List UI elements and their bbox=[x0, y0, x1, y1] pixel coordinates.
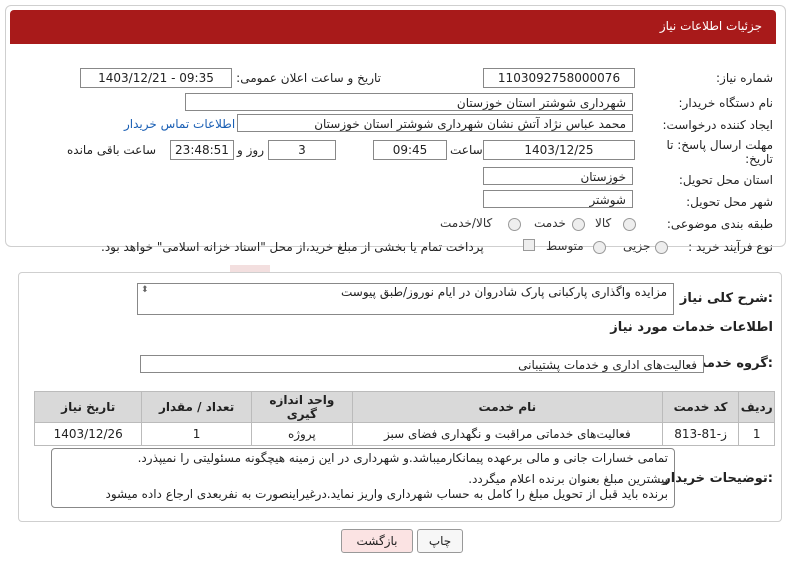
cell-qty: 1 bbox=[141, 422, 252, 446]
city-field: شوشتر bbox=[483, 190, 633, 208]
col-date: تاریخ نیاز bbox=[33, 391, 143, 423]
radio-service[interactable] bbox=[572, 218, 585, 231]
summary-label: شرح کلی نیاز: bbox=[679, 291, 773, 306]
remaining-time-field: 23:48:51 bbox=[170, 140, 234, 160]
province-field: خوزستان bbox=[483, 167, 633, 185]
cell-code: ز-81-813 bbox=[661, 422, 740, 446]
announce-datetime-field: 1403/12/21 - 09:35 bbox=[80, 68, 232, 88]
deadline-time-label: ساعت bbox=[450, 143, 483, 157]
radio-minor[interactable] bbox=[655, 241, 668, 254]
province-label: استان محل تحویل: bbox=[678, 173, 773, 187]
panel-header: جزئیات اطلاعات نیاز bbox=[10, 10, 776, 44]
remaining-time-label: ساعت باقی مانده bbox=[67, 143, 157, 157]
summary-textarea[interactable]: مزایده واگذاری پارکبانی پارک شادروان در … bbox=[137, 283, 674, 315]
announce-label: تاریخ و ساعت اعلان عمومی: bbox=[236, 71, 381, 85]
service-group-label: گروه خدمت: bbox=[693, 356, 773, 371]
buyer-org-label: نام دستگاه خریدار: bbox=[678, 96, 774, 110]
city-label: شهر محل تحویل: bbox=[686, 195, 773, 209]
notes-line-2: بیشترین مبلغ بعنوان برنده اعلام میگردد. bbox=[468, 472, 668, 486]
cell-unit: پروژه bbox=[250, 422, 353, 446]
buyer-contact-link[interactable]: اطلاعات تماس خریدار bbox=[124, 117, 235, 131]
scroll-arrows-icon[interactable]: ⬍ bbox=[141, 285, 149, 295]
radio-goods[interactable] bbox=[623, 218, 636, 231]
option-service: خدمت bbox=[534, 216, 566, 230]
col-row: ردیف bbox=[738, 391, 775, 423]
deadline-date-label: تاریخ: bbox=[745, 152, 773, 166]
cell-date: 1403/12/26 bbox=[33, 422, 143, 446]
service-group-field: فعالیت‌های اداری و خدمات پشتیبانی bbox=[140, 355, 704, 373]
col-unit: واحد اندازه گیری bbox=[250, 391, 353, 423]
radio-medium[interactable] bbox=[593, 241, 606, 254]
option-goods: کالا bbox=[595, 216, 612, 230]
category-label: طبقه بندی موضوعی: bbox=[666, 217, 773, 231]
services-table: ردیف کد خدمت نام خدمت واحد اندازه گیری ت… bbox=[33, 391, 775, 446]
cell-row: 1 bbox=[738, 422, 775, 446]
days-label: روز و bbox=[237, 143, 264, 157]
need-number-field: 1103092758000076 bbox=[483, 68, 635, 88]
treasury-note: پرداخت تمام یا بخشی از مبلغ خرید،از محل … bbox=[101, 240, 484, 254]
col-qty: تعداد / مقدار bbox=[141, 391, 252, 423]
back-button[interactable]: بازگشت bbox=[341, 529, 413, 553]
deadline-date-field: 1403/12/25 bbox=[483, 140, 635, 160]
creator-field: محمد عباس نژاد آتش نشان شهرداری شوشتر اس… bbox=[237, 114, 633, 132]
notes-line-1: تمامی خسارات جانی و مالی برعهده پیمانکار… bbox=[137, 451, 668, 465]
option-minor: جزیی bbox=[623, 239, 651, 253]
buyer-org-field: شهرداری شوشتر استان خوزستان bbox=[185, 93, 633, 111]
buyer-notes-box: تمامی خسارات جانی و مالی برعهده پیمانکار… bbox=[51, 448, 675, 508]
days-remaining-field: 3 bbox=[268, 140, 336, 160]
deadline-label: مهلت ارسال پاسخ: تا bbox=[666, 138, 773, 152]
option-goods-service: کالا/خدمت bbox=[440, 216, 493, 230]
services-section-title: اطلاعات خدمات مورد نیاز bbox=[610, 320, 773, 335]
buyer-notes-label: توضیحات خریدار: bbox=[663, 471, 773, 486]
page-title: جزئیات اطلاعات نیاز bbox=[659, 19, 762, 33]
treasury-checkbox[interactable] bbox=[523, 239, 535, 251]
table-row: 1 ز-81-813 فعالیت‌های خدماتی مراقبت و نگ… bbox=[33, 422, 775, 446]
deadline-time-field: 09:45 bbox=[373, 140, 447, 160]
col-name: نام خدمت bbox=[351, 391, 663, 423]
print-button[interactable]: چاپ bbox=[417, 529, 463, 553]
notes-line-3: برنده باید قبل از تحویل مبلغ را کامل به … bbox=[105, 487, 668, 501]
option-medium: متوسط bbox=[546, 239, 584, 253]
creator-label: ایجاد کننده درخواست: bbox=[662, 118, 773, 132]
radio-goods-service[interactable] bbox=[508, 218, 521, 231]
cell-name: فعالیت‌های خدماتی مراقبت و نگهداری فضای … bbox=[351, 422, 663, 446]
purchase-type-label: نوع فرآیند خرید : bbox=[688, 240, 773, 254]
col-code: کد خدمت bbox=[661, 391, 740, 423]
summary-text: مزایده واگذاری پارکبانی پارک شادروان در … bbox=[341, 285, 667, 299]
need-number-label: شماره نیاز: bbox=[716, 71, 773, 85]
